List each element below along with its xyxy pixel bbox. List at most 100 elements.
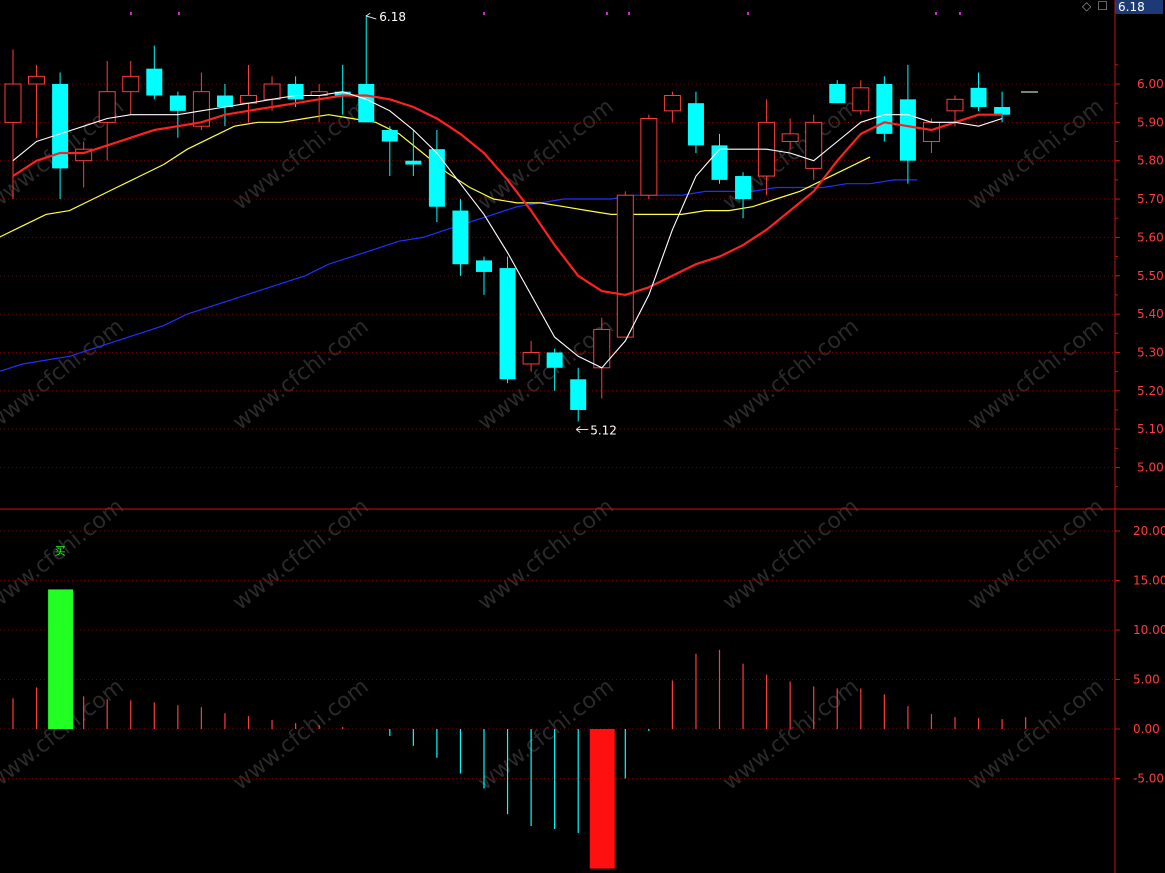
- candle[interactable]: [216, 84, 233, 127]
- candle[interactable]: [687, 91, 704, 154]
- indicator-tick-label: 0.00: [1133, 722, 1160, 736]
- candle-body-down: [476, 260, 492, 272]
- high-price-label: 6.18: [379, 10, 406, 24]
- candle[interactable]: [994, 91, 1011, 123]
- candle-body-down: [216, 95, 233, 108]
- candle-body-down: [546, 352, 563, 368]
- candle-body-down: [899, 99, 916, 161]
- buy-signal-label: 买: [55, 544, 66, 557]
- high-arrow-icon: [365, 12, 377, 20]
- indicator-tick-label: 10.00: [1133, 623, 1165, 637]
- candle[interactable]: [122, 60, 140, 115]
- watermark-text: www.cfchi.com: [473, 494, 618, 615]
- candle-body-down: [735, 176, 752, 200]
- candle-body-down: [405, 160, 422, 165]
- ma60-line: [0, 179, 918, 372]
- price-tick-label: 5.70: [1137, 192, 1164, 206]
- candle-body-up: [616, 194, 634, 338]
- indicator-tick-label: 15.00: [1133, 574, 1165, 588]
- price-tick-label: 5.10: [1137, 422, 1164, 436]
- watermark-text: www.cfchi.com: [963, 94, 1108, 215]
- watermark-text: www.cfchi.com: [963, 494, 1108, 615]
- candle[interactable]: [499, 256, 516, 384]
- price-tick-label: 5.40: [1137, 307, 1164, 321]
- candle-body-down: [829, 84, 846, 104]
- price-tick-label: 5.60: [1137, 230, 1164, 244]
- candle[interactable]: [593, 317, 611, 399]
- candle[interactable]: [852, 80, 870, 115]
- stock-chart[interactable]: www.cfchi.com www.cfchi.com www.cfchi.com w…: [0, 0, 1165, 873]
- candle-body-up: [946, 98, 964, 112]
- watermark-text: www.cfchi.com: [963, 314, 1108, 435]
- candle-body-down: [358, 84, 375, 123]
- watermark-text: www.cfchi.com: [963, 674, 1108, 795]
- candle[interactable]: [146, 45, 163, 100]
- candle[interactable]: [381, 126, 398, 177]
- candle-body-down: [146, 68, 163, 96]
- candle-body-up: [663, 95, 681, 112]
- candle[interactable]: [663, 91, 681, 123]
- candle-body-up: [922, 121, 940, 143]
- candle[interactable]: [970, 72, 987, 111]
- candle-body-down: [428, 149, 445, 207]
- candle-body-down: [452, 210, 469, 265]
- candle-body-down: [711, 145, 728, 180]
- candle[interactable]: [922, 118, 940, 154]
- indicator-tick-label: 5.00: [1133, 673, 1160, 687]
- candle[interactable]: [570, 367, 587, 422]
- watermark-text: www.cfchi.com: [718, 494, 863, 615]
- indicator-tick-label: 20.00: [1133, 524, 1165, 538]
- price-tick-label: 6.00: [1137, 77, 1164, 91]
- candle[interactable]: [428, 130, 445, 223]
- candle-body-down: [381, 130, 398, 142]
- candle[interactable]: [452, 199, 469, 276]
- candle-body-up: [522, 351, 540, 365]
- watermark-layer: www.cfchi.com www.cfchi.com www.cfchi.com w…: [0, 94, 1109, 795]
- buy-signal-bar[interactable]: [48, 589, 74, 729]
- candle-body-down: [970, 87, 987, 108]
- candle-body-down: [994, 107, 1011, 115]
- candle[interactable]: [640, 114, 658, 200]
- candle-body-up: [263, 83, 281, 100]
- signal-marker: [483, 12, 485, 15]
- signal-marker: [747, 12, 749, 15]
- sell-signal-bar[interactable]: [589, 729, 615, 869]
- candle-body-down: [287, 84, 304, 100]
- candle[interactable]: [405, 130, 422, 177]
- candle[interactable]: [711, 133, 728, 184]
- candle-body-up: [805, 121, 823, 169]
- candle[interactable]: [876, 76, 893, 142]
- price-tick-label: 5.50: [1137, 269, 1164, 283]
- candle-body-down: [570, 379, 587, 410]
- indicator-tick-label: -5.00: [1133, 772, 1164, 786]
- candle-body-up: [781, 133, 799, 143]
- candle-body-up: [852, 87, 870, 112]
- watermark-text: www.cfchi.com: [473, 94, 618, 215]
- price-tick-label: 5.20: [1137, 384, 1164, 398]
- watermark-text: www.cfchi.com: [228, 314, 373, 435]
- watermark-text: www.cfchi.com: [228, 494, 373, 615]
- candle[interactable]: [616, 191, 634, 338]
- candle[interactable]: [805, 114, 823, 180]
- candle[interactable]: [358, 14, 375, 123]
- candle-body-down: [876, 84, 893, 134]
- watermark-text: www.cfchi.com: [228, 674, 373, 795]
- watermark-text: www.cfchi.com: [718, 314, 863, 435]
- price-tick-label: 5.00: [1137, 461, 1164, 475]
- watermark-text: www.cfchi.com: [718, 674, 863, 795]
- candle-body-down: [687, 103, 704, 146]
- candle[interactable]: [240, 64, 257, 123]
- candle[interactable]: [829, 80, 846, 104]
- signal-marker: [935, 12, 937, 15]
- main-price-panel[interactable]: 6.18 5.12: [0, 10, 1038, 438]
- candle-body-up: [122, 75, 140, 93]
- indicator-panel[interactable]: 买: [12, 544, 1027, 869]
- price-tick-label: 5.90: [1137, 115, 1164, 129]
- candle[interactable]: [476, 256, 492, 295]
- low-price-label: 5.12: [590, 423, 617, 437]
- signal-marker: [178, 12, 180, 15]
- watermark-text: www.cfchi.com: [0, 314, 129, 435]
- candle-body-up: [28, 75, 46, 85]
- watermark-text: www.cfchi.com: [228, 94, 373, 215]
- candle[interactable]: [28, 64, 46, 138]
